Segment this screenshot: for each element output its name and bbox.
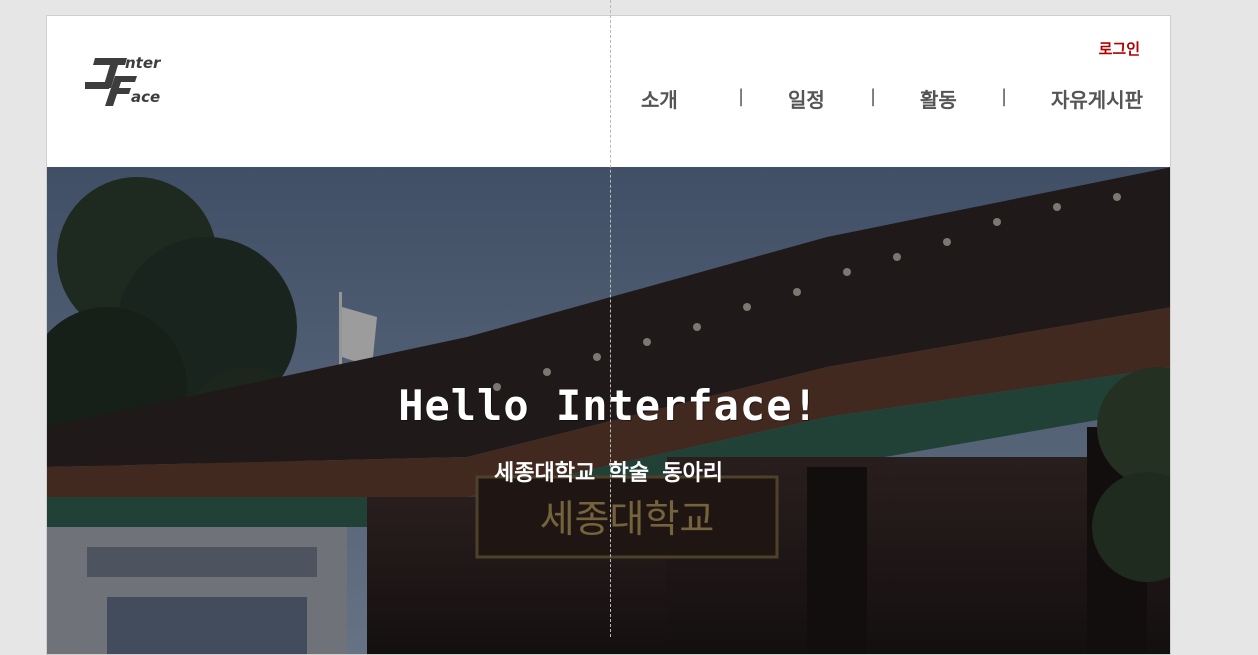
- center-guide-line: [610, 0, 611, 637]
- main-nav: 소개 | 일정 | 활동 | 자유게시판: [47, 84, 1170, 112]
- hero-banner: 세종대학교 Hello Interface! 세종대학교 학술 동아리: [47, 167, 1170, 654]
- nav-item-free-board[interactable]: 자유게시판: [1051, 84, 1143, 113]
- nav-item-activity[interactable]: 활동: [920, 84, 957, 113]
- hero-subtitle: 세종대학교 학술 동아리: [494, 461, 723, 486]
- nav-separator: |: [738, 86, 745, 107]
- nav-item-schedule[interactable]: 일정: [788, 84, 825, 113]
- login-link[interactable]: 로그인: [1099, 38, 1140, 59]
- svg-text:nter: nter: [125, 54, 162, 72]
- hero-title: Hello Interface!: [398, 381, 819, 430]
- nav-separator: |: [1001, 86, 1008, 107]
- nav-item-intro[interactable]: 소개: [641, 84, 678, 113]
- site-header: nter ace 로그인 소개 | 일정 | 활동 | 자유게시판: [47, 16, 1170, 167]
- nav-separator: |: [870, 86, 877, 107]
- page-container: nter ace 로그인 소개 | 일정 | 활동 | 자유게시판 세종대학교 …: [46, 15, 1171, 655]
